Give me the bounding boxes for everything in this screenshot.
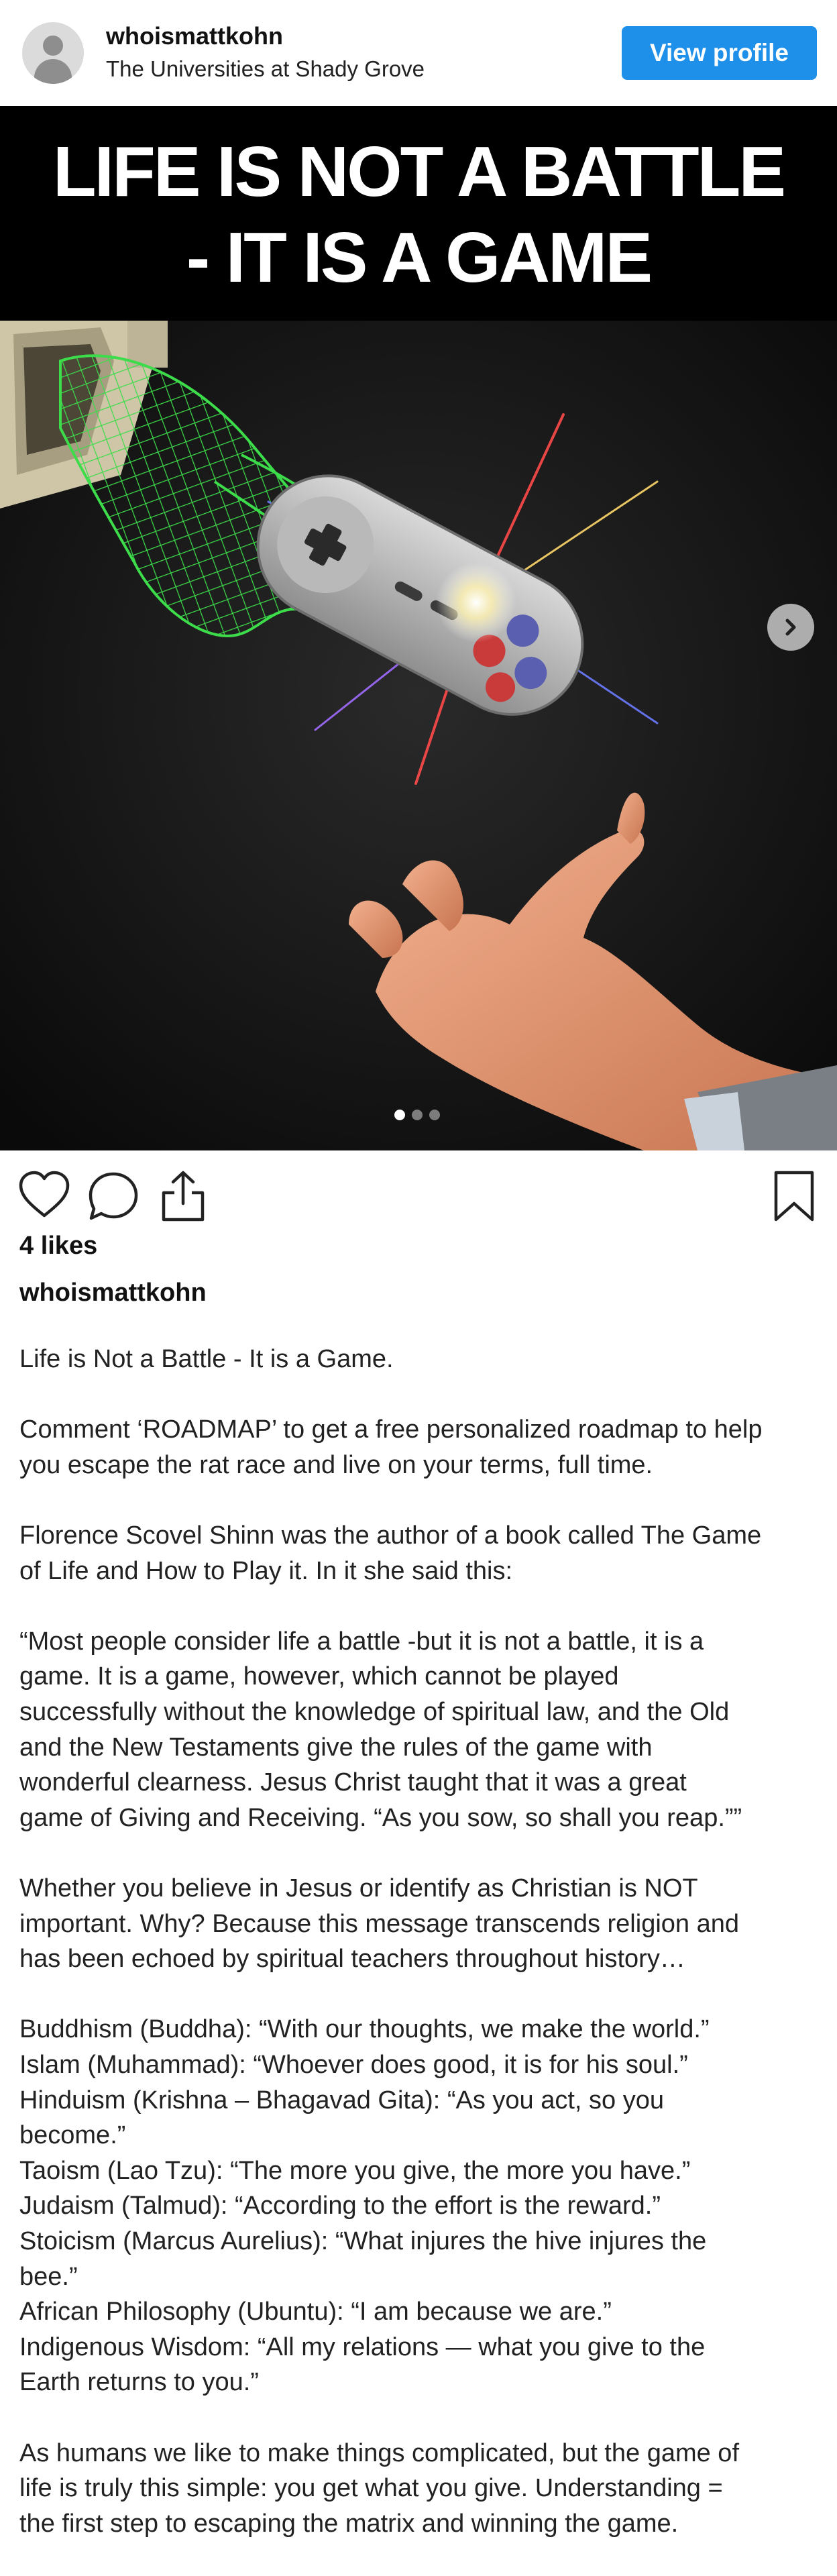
caption-line: you escape the rat race and live on your… — [19, 1450, 653, 1479]
caption-line: important. Why? Because this message tra… — [19, 1909, 739, 1938]
caption-line: Buddhism (Buddha): “With our thoughts, w… — [19, 2015, 710, 2044]
caption-line: Comment ‘ROADMAP’ to get a free personal… — [19, 1415, 763, 1444]
post-header: whoismattkohn The Universities at Shady … — [0, 0, 837, 106]
caption-line: Taoism (Lao Tzu): “The more you give, th… — [19, 2156, 691, 2185]
post-media-carousel[interactable]: LIFE IS NOT A BATTLE - IT IS A GAME — [0, 106, 837, 1150]
chevron-right-icon — [785, 619, 796, 636]
caption-line: the first step to escaping the matrix an… — [19, 2509, 679, 2538]
profile-location[interactable]: The Universities at Shady Grove — [106, 56, 425, 82]
post-action-bar — [0, 1150, 837, 1231]
caption-line: bee.” — [19, 2262, 78, 2291]
carousel-dot-3[interactable] — [429, 1110, 440, 1120]
caption-line: Whether you believe in Jesus or identify… — [19, 1874, 698, 1902]
avatar-head-shape — [43, 36, 63, 56]
caption-line: life is truly this simple: you get what … — [19, 2474, 723, 2503]
view-profile-button[interactable]: View profile — [622, 26, 817, 80]
wireframe-hand-controller-image — [0, 321, 837, 1150]
carousel-dot-1[interactable] — [394, 1110, 405, 1120]
caption-username[interactable]: whoismattkohn — [19, 1279, 207, 1307]
caption-line: has been echoed by spiritual teachers th… — [19, 1945, 685, 1974]
caption-line: As humans we like to make things complic… — [19, 2438, 739, 2467]
share-icon[interactable] — [156, 1169, 211, 1224]
profile-username[interactable]: whoismattkohn — [106, 22, 283, 50]
caption-line: become.” — [19, 2121, 126, 2150]
caption-line: of Life and How to Play it. In it she sa… — [19, 1556, 513, 1585]
caption-line: successfully without the knowledge of sp… — [19, 1698, 730, 1726]
banner-title-line-1: LIFE IS NOT A BATTLE — [52, 132, 786, 211]
avatar[interactable] — [22, 22, 84, 84]
caption-line: game. It is a game, however, which canno… — [19, 1662, 619, 1691]
caption-line: and the New Testaments give the rules of… — [19, 1733, 653, 1762]
caption-line: Judaism (Talmud): “According to the effo… — [19, 2192, 661, 2220]
caption-line: Florence Scovel Shinn was the author of … — [19, 1521, 762, 1550]
banner-title-line-2: - IT IS A GAME — [186, 218, 653, 297]
bookmark-icon[interactable] — [767, 1169, 822, 1224]
media-banner: LIFE IS NOT A BATTLE - IT IS A GAME — [0, 106, 837, 321]
caption-line: Islam (Muhammad): “Whoever does good, it… — [19, 2051, 688, 2079]
caption-line: African Philosophy (Ubuntu): “I am becau… — [19, 2298, 612, 2326]
carousel-dot-2[interactable] — [412, 1110, 423, 1120]
caption-line: Earth returns to you.” — [19, 2368, 259, 2397]
caption-line: Stoicism (Marcus Aurelius): “What injure… — [19, 2227, 707, 2255]
caption-line: Hinduism (Krishna – Bhagavad Gita): “As … — [19, 2086, 665, 2114]
caption-line: “Most people consider life a battle -but… — [19, 1627, 704, 1656]
avatar-body-shape — [34, 59, 72, 84]
caption-line: wonderful clearness. Jesus Christ taught… — [19, 1768, 687, 1797]
caption-line: Indigenous Wisdom: “All my relations — w… — [19, 2332, 706, 2361]
caption-line: game of Giving and Receiving. “As you so… — [19, 1803, 742, 1832]
heart-icon[interactable] — [17, 1169, 72, 1224]
likes-count[interactable]: 4 likes — [19, 1232, 97, 1260]
caption-line: Life is Not a Battle - It is a Game. — [19, 1345, 394, 1373]
carousel-next-button[interactable] — [767, 604, 814, 651]
comment-icon[interactable] — [86, 1169, 141, 1224]
